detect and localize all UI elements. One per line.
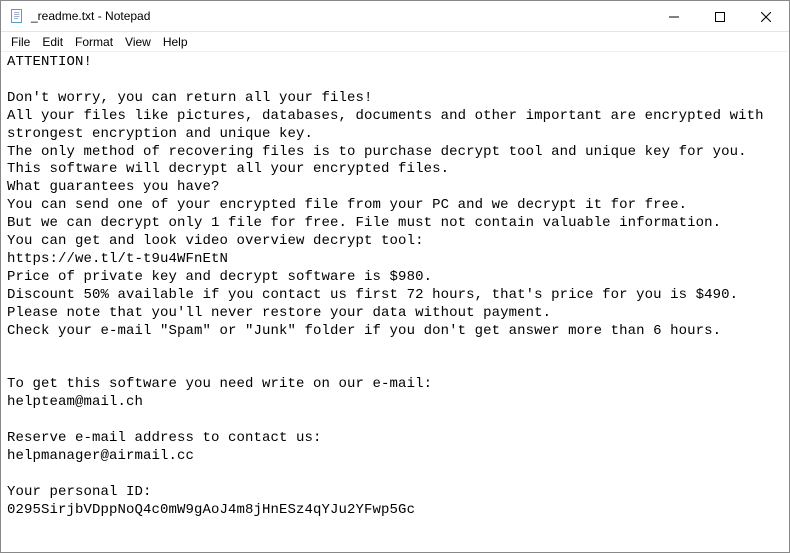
menu-edit[interactable]: Edit	[36, 33, 69, 51]
menubar: File Edit Format View Help	[1, 32, 789, 52]
maximize-icon	[715, 12, 725, 22]
window-controls	[651, 1, 789, 31]
notepad-window: _readme.txt - Notepad File Edit Format V…	[0, 0, 790, 553]
menu-file[interactable]: File	[5, 33, 36, 51]
window-title: _readme.txt - Notepad	[31, 9, 150, 23]
text-area[interactable]: ATTENTION! Don't worry, you can return a…	[1, 52, 789, 552]
notepad-icon	[9, 8, 25, 24]
menu-help[interactable]: Help	[157, 33, 194, 51]
minimize-icon	[669, 12, 679, 22]
minimize-button[interactable]	[651, 1, 697, 32]
close-icon	[761, 12, 771, 22]
maximize-button[interactable]	[697, 1, 743, 32]
menu-format[interactable]: Format	[69, 33, 119, 51]
menu-view[interactable]: View	[119, 33, 157, 51]
close-button[interactable]	[743, 1, 789, 32]
titlebar[interactable]: _readme.txt - Notepad	[1, 1, 789, 32]
